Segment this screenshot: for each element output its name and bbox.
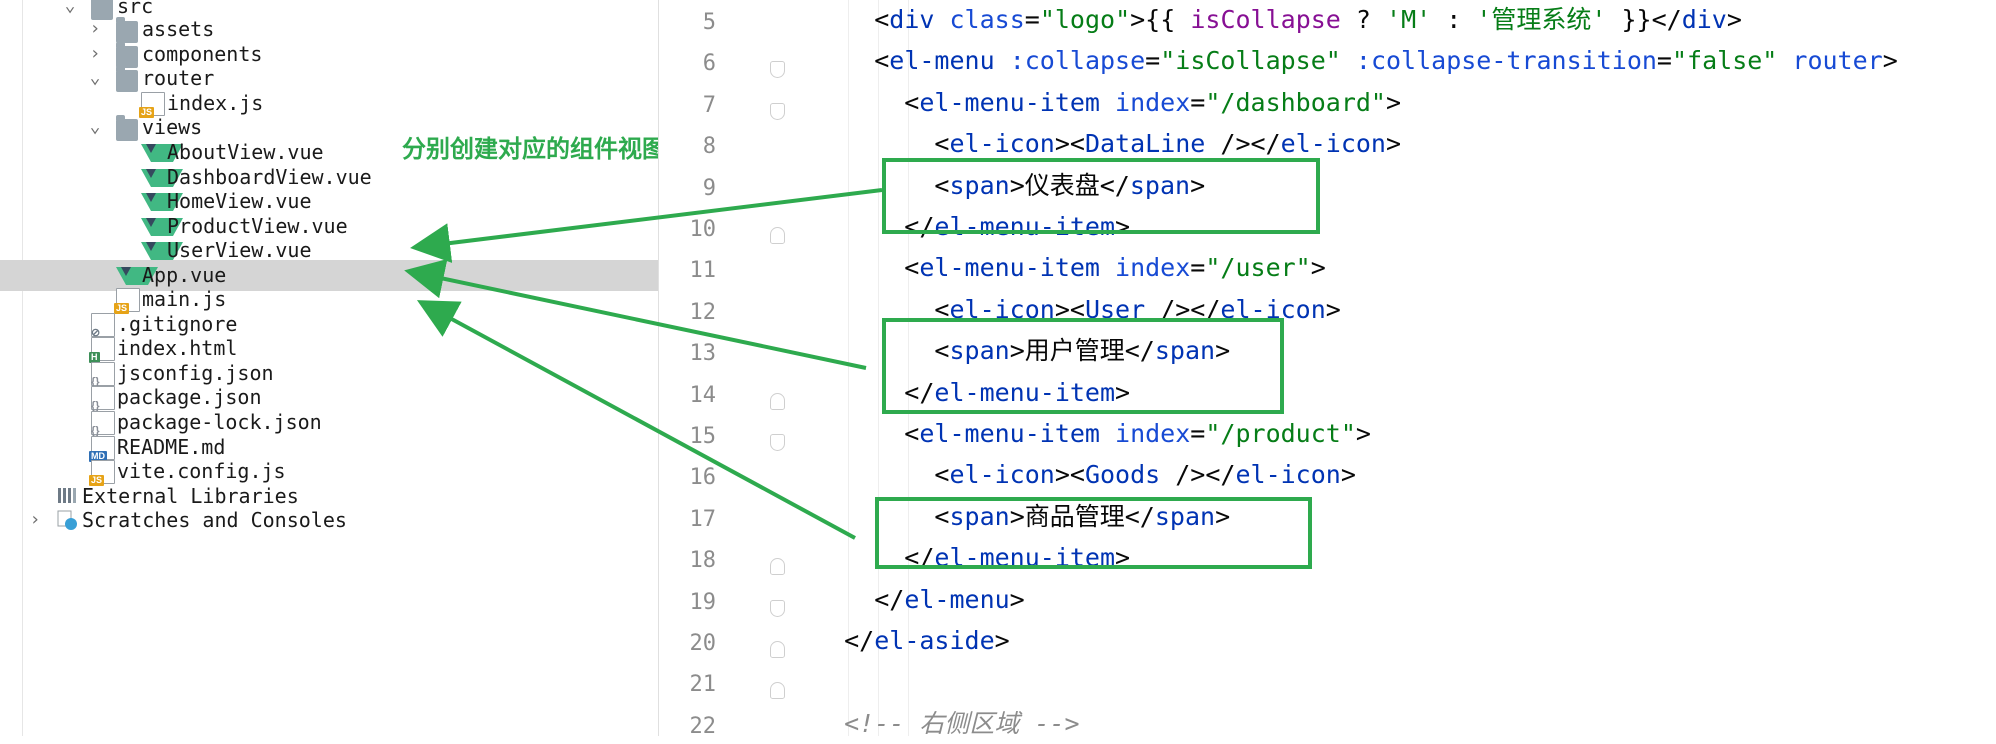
arrow-user bbox=[404, 259, 867, 370]
arrow-product bbox=[416, 300, 856, 540]
annotation-arrows bbox=[404, 188, 883, 540]
arrow-dashboard bbox=[410, 188, 883, 263]
